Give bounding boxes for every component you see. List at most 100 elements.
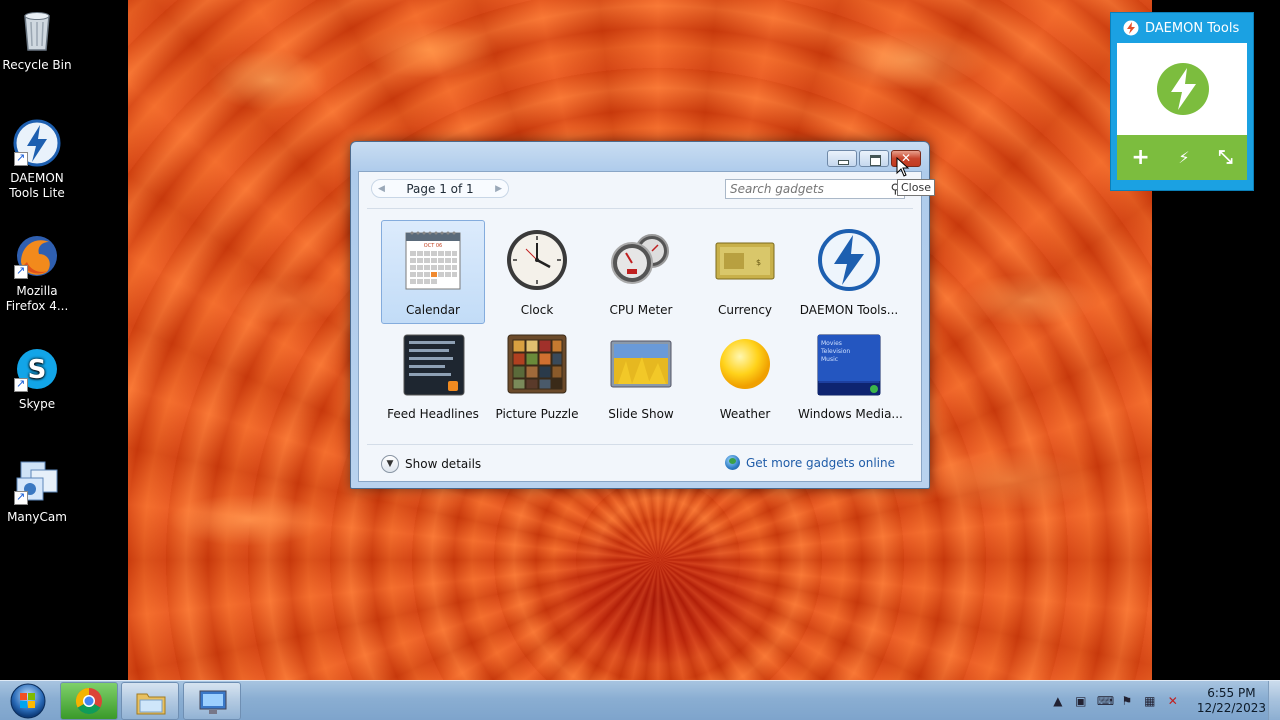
gadget-tile-weather[interactable]: Weather	[693, 324, 797, 428]
gadget-label: DAEMON Tools...	[799, 303, 899, 317]
calendar-month: OCT 06	[424, 243, 442, 249]
network-adapter-icon[interactable]: ▣	[1074, 694, 1088, 708]
previous-page-icon[interactable]: ◀	[378, 184, 385, 194]
recycle-bin-icon	[13, 6, 61, 54]
svg-text:S: S	[28, 355, 47, 385]
maximize-button[interactable]	[859, 150, 889, 167]
desktop-icon-label: Recycle Bin	[2, 58, 72, 72]
unmount-all-icon[interactable]: ⤡	[1218, 147, 1232, 168]
daemon-tools-icon	[1123, 20, 1139, 36]
page-navigator: ◀ Page 1 of 1 ▶	[371, 179, 509, 198]
manycam-icon	[13, 458, 61, 506]
gadget-label: Windows Media...	[798, 407, 903, 421]
quick-mount-lightning-icon[interactable]: ⚡	[1178, 148, 1189, 167]
taskbar-chrome-button[interactable]	[60, 682, 118, 720]
daemon-tools-icon	[13, 119, 61, 167]
keyboard-icon[interactable]: ⌨	[1097, 694, 1114, 708]
gadget-tile-slide-show[interactable]: Slide Show	[589, 324, 693, 428]
gadget-tile-clock[interactable]: Clock	[485, 220, 589, 324]
get-more-gadgets-link[interactable]: Get more gadgets online	[724, 455, 895, 470]
media-item-3: Music	[821, 356, 838, 363]
gadget-tile-calendar[interactable]: OCT 06 Calendar	[381, 220, 485, 324]
windows-orb-icon	[10, 683, 46, 719]
gadget-tile-picture-puzzle[interactable]: Picture Puzzle	[485, 324, 589, 428]
desktop-icon-label: Mozilla	[16, 284, 58, 298]
clock-time: 6:55 PM	[1207, 686, 1256, 700]
show-hidden-icons-icon[interactable]: ▲	[1051, 694, 1065, 708]
search-box[interactable]: ⚲	[725, 179, 905, 199]
gadget-tile-windows-media-center[interactable]: Movies Television Music Windows Media...	[797, 324, 903, 428]
page-label: Page 1 of 1	[406, 181, 474, 196]
search-input[interactable]	[730, 182, 880, 196]
network-icon[interactable]: ▦	[1143, 694, 1157, 708]
daemon-gadget-header: DAEMON Tools	[1111, 13, 1253, 43]
system-clock[interactable]: 6:55 PM 12/22/2023	[1197, 686, 1266, 716]
desktop-icon-recycle-bin[interactable]: Recycle Bin	[0, 6, 74, 73]
desktop-icon-daemon-tools[interactable]: DAEMON Tools Lite	[0, 119, 74, 201]
clock-icon	[504, 227, 570, 293]
desktop-icon-manycam[interactable]: ManyCam	[0, 458, 74, 525]
next-page-icon[interactable]: ▶	[495, 184, 502, 194]
volume-muted-icon[interactable]: ✕	[1166, 694, 1180, 708]
desktop-icon-label-2: Tools Lite	[9, 186, 65, 200]
gadget-label: Feed Headlines	[387, 407, 479, 421]
daemon-gadget-toolbar: + ⚡ ⤡	[1117, 135, 1247, 180]
shortcut-arrow-icon	[14, 376, 28, 392]
show-details-label: Show details	[405, 457, 482, 471]
gadget-label: Picture Puzzle	[495, 407, 579, 421]
shortcut-arrow-icon	[14, 150, 28, 166]
daemon-tools-icon	[816, 227, 882, 293]
desktop-icon-skype[interactable]: S Skype	[0, 345, 74, 412]
picture-puzzle-icon	[504, 331, 570, 397]
gadget-label: Clock	[520, 303, 554, 317]
gadget-tile-feed-headlines[interactable]: Feed Headlines	[381, 324, 485, 428]
skype-icon: S	[13, 345, 61, 393]
action-center-flag-icon[interactable]: ⚑	[1120, 694, 1134, 708]
desktop-icon-label: Skype	[18, 397, 56, 411]
minimize-button[interactable]	[827, 150, 857, 167]
gadget-label: Weather	[719, 407, 771, 421]
gadget-tile-daemon-tools[interactable]: DAEMON Tools...	[797, 220, 901, 324]
add-image-plus-icon[interactable]: +	[1131, 145, 1149, 170]
chevron-down-icon[interactable]: ▼	[381, 455, 399, 473]
get-more-gadgets-label[interactable]: Get more gadgets online	[746, 456, 895, 470]
mouse-pointer-icon	[896, 157, 910, 177]
weather-sun-icon	[712, 331, 778, 397]
close-tooltip: Close	[897, 179, 935, 196]
system-tray: ▲ ▣ ⌨ ⚑ ▦ ✕ 6:55 PM 12/22/2023	[1051, 681, 1266, 720]
gadget-tile-cpu-meter[interactable]: CPU Meter	[589, 220, 693, 324]
gadget-grid: OCT 06 Calendar Clock CPU Meter $ Curren…	[381, 220, 903, 428]
gadget-tile-currency[interactable]: $ Currency	[693, 220, 797, 324]
show-desktop-button[interactable]	[1268, 681, 1280, 720]
media-item-1: Movies	[821, 340, 842, 347]
taskbar-gadgets-button[interactable]	[183, 682, 241, 720]
lightning-bolt-icon	[1157, 63, 1209, 115]
show-details-toggle[interactable]: ▼ Show details	[381, 455, 481, 473]
divider	[367, 444, 913, 445]
daemon-gadget-title: DAEMON Tools	[1145, 20, 1240, 36]
gadget-label: Slide Show	[608, 407, 674, 421]
windows-media-center-icon: Movies Television Music	[816, 331, 882, 397]
slide-show-icon	[608, 331, 674, 397]
gadget-label: Calendar	[406, 303, 460, 317]
desktop-icon-label: DAEMON	[10, 171, 64, 185]
chrome-icon	[75, 687, 102, 715]
firefox-icon	[13, 232, 61, 280]
monitor-icon	[199, 690, 227, 714]
shortcut-arrow-icon	[14, 263, 28, 279]
feed-headlines-icon	[400, 331, 466, 397]
desktop-icon-firefox[interactable]: Mozilla Firefox 4...	[0, 232, 74, 314]
taskbar: ▲ ▣ ⌨ ⚑ ▦ ✕ 6:55 PM 12/22/2023	[0, 680, 1280, 720]
daemon-tools-gadget: DAEMON Tools + ⚡ ⤡	[1110, 12, 1254, 191]
folder-icon	[136, 693, 166, 715]
clock-date: 12/22/2023	[1196, 701, 1266, 715]
cpu-meter-icon	[608, 227, 674, 293]
taskbar-explorer-button[interactable]	[121, 682, 179, 720]
currency-icon: $	[712, 227, 778, 293]
start-button[interactable]	[4, 682, 48, 720]
svg-text:$: $	[756, 258, 761, 267]
desktop-icon-label-2: Firefox 4...	[5, 299, 69, 313]
gadget-gallery-window: ◀ Page 1 of 1 ▶ ⚲ OCT 06	[350, 141, 930, 489]
media-item-2: Television	[820, 348, 850, 355]
daemon-gadget-drop-area[interactable]	[1117, 43, 1247, 135]
